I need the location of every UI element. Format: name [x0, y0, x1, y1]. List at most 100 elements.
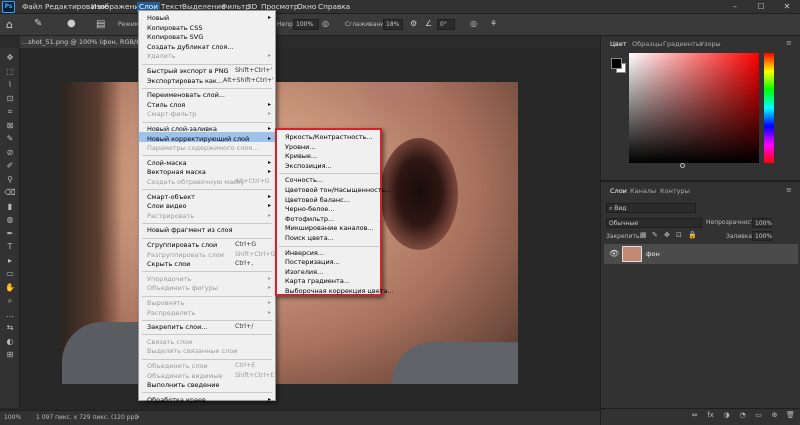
layers-menu-icon[interactable]: ≡ [786, 186, 792, 194]
visibility-eye-icon[interactable]: 👁 [609, 249, 619, 258]
status-arrow-icon[interactable]: > [135, 411, 140, 425]
layer-menu-item[interactable]: Сгруппировать слои Ctrl+G [139, 240, 275, 250]
tool-15-icon[interactable]: ▸ [4, 255, 16, 267]
tool-11-icon[interactable]: ▮ [4, 201, 16, 213]
tool-9-icon[interactable]: ⚲ [4, 174, 16, 186]
adjustment-menu-item[interactable]: Яркость/Контрастность... [285, 133, 373, 141]
layer-menu-item[interactable]: Смарт-объект ▸ [139, 192, 275, 202]
menu-window[interactable]: Окно [295, 2, 318, 12]
adjustment-menu-item[interactable]: Выборочная коррекция цвета... [285, 287, 394, 295]
adjustment-menu-item[interactable]: Фотофильтр... [285, 215, 334, 223]
pressure-size-icon[interactable]: ◎ [470, 19, 477, 28]
brush-size-icon[interactable]: ● [67, 18, 76, 29]
tool-0-icon[interactable]: ✥ [4, 52, 16, 64]
menu-file[interactable]: Файл [20, 2, 44, 12]
document-tab[interactable]: ...shot_51.png @ 100% (фон, RGB/8) * [20, 36, 148, 48]
tool-3-icon[interactable]: ⊡ [4, 93, 16, 105]
pressure-opacity-icon[interactable]: ◎ [322, 19, 329, 28]
tool-4-icon[interactable]: ⌗ [4, 106, 16, 118]
color-picker-handle-icon[interactable] [680, 163, 685, 168]
blend-mode-select[interactable]: Обычные [606, 218, 702, 228]
adjustment-menu-item[interactable]: Сочность... [285, 176, 323, 184]
layer-menu-item[interactable]: Новый ▸ [139, 13, 275, 23]
tool-7-icon[interactable]: ⊘ [4, 147, 16, 159]
adjustment-menu-item[interactable]: Инверсия... [285, 249, 324, 257]
hue-slider[interactable] [764, 53, 774, 163]
smoothing-input[interactable]: 18% [383, 19, 403, 30]
lock-all-icon[interactable]: 🔒 [688, 231, 697, 239]
lock-transparency-icon[interactable]: ▦ [640, 231, 647, 239]
tool-13-icon[interactable]: ✒ [4, 228, 16, 240]
tool-20-icon[interactable]: ⇆ [4, 322, 16, 334]
layer-menu-item[interactable]: Обработка краев ▸ [139, 395, 275, 405]
adjustment-menu-item[interactable]: Карта градиента... [285, 277, 350, 285]
angle-input[interactable]: 0° [437, 19, 455, 30]
add-mask-icon[interactable]: ◑ [722, 411, 731, 420]
color-picker-field[interactable] [629, 53, 759, 163]
lock-position-icon[interactable]: ✥ [664, 231, 670, 239]
layer-menu-item[interactable]: Выполнить сведение [139, 380, 275, 390]
tool-10-icon[interactable]: ⌫ [4, 187, 16, 199]
adjustment-menu-item[interactable]: Поиск цвета... [285, 234, 334, 242]
adjustment-menu-item[interactable]: Экспозиция... [285, 162, 332, 170]
tool-2-icon[interactable]: ⌇ [4, 79, 16, 91]
maximize-button[interactable]: ☐ [748, 0, 774, 14]
layer-menu-item[interactable]: Скрыть слои Ctrl+, [139, 259, 275, 269]
adjustment-layer-icon[interactable]: ◔ [738, 411, 747, 420]
close-window-button[interactable]: ✕ [774, 0, 800, 14]
layer-menu-item[interactable]: Копировать CSS [139, 23, 275, 33]
zoom-level[interactable]: 100% [4, 411, 21, 425]
tool-1-icon[interactable]: ⬚ [4, 66, 16, 78]
tool-14-icon[interactable]: T [4, 241, 16, 253]
tab-paths[interactable]: Контуры [660, 187, 690, 195]
panel-menu-icon[interactable]: ≡ [786, 39, 792, 47]
layer-menu-item[interactable]: Новый слой-заливка ▸ [139, 124, 275, 134]
layer-menu-item[interactable]: Новый корректирующий слой ▸ [139, 134, 275, 144]
minimize-button[interactable]: – [722, 0, 748, 14]
menu-help[interactable]: Справка [316, 2, 352, 12]
tab-color[interactable]: Цвет [610, 40, 627, 48]
foreground-color-swatch[interactable] [611, 58, 622, 69]
symmetry-icon[interactable]: ⚘ [490, 19, 497, 28]
tool-5-icon[interactable]: ⊠ [4, 120, 16, 132]
layer-menu-item[interactable]: Слой-маска ▸ [139, 158, 275, 168]
new-layer-icon[interactable]: ⊕ [770, 411, 779, 420]
new-group-icon[interactable]: ▭ [754, 411, 763, 420]
brush-tool-preset-icon[interactable]: ✎ [34, 18, 42, 29]
tool-17-icon[interactable]: ✋ [4, 282, 16, 294]
layer-menu-item[interactable]: Копировать SVG [139, 32, 275, 42]
layer-menu-item[interactable]: Закрепить слои... Ctrl+/ [139, 322, 275, 332]
trash-icon[interactable]: 🗑 [786, 411, 795, 420]
layer-opacity-input[interactable]: 100% [752, 218, 772, 228]
layer-menu-item[interactable]: Стиль слоя ▸ [139, 100, 275, 110]
layer-filter-select[interactable]: ⌕ Вид [606, 203, 696, 213]
layer-menu-item[interactable]: Новый фрагмент из слоя [139, 225, 275, 235]
tool-19-icon[interactable]: … [4, 309, 16, 321]
layer-menu-item[interactable]: Переименовать слой... [139, 90, 275, 100]
fx-icon[interactable]: fx [706, 411, 715, 420]
tab-channels[interactable]: Каналы [630, 187, 656, 195]
adjustment-menu-item[interactable]: Цветовой тон/Насыщенность... [285, 186, 392, 194]
tab-gradients[interactable]: Градиенты [663, 40, 701, 48]
layer-menu-item[interactable]: Быстрый экспорт в PNG Shift+Ctrl+' [139, 66, 275, 76]
fill-input[interactable]: 100% [752, 231, 772, 241]
adjustment-menu-item[interactable]: Черно-белое... [285, 205, 335, 213]
brush-settings-icon[interactable]: ▤ [96, 19, 105, 30]
tool-12-icon[interactable]: ◍ [4, 214, 16, 226]
home-icon[interactable]: ⌂ [6, 18, 13, 31]
tab-swatches[interactable]: Образцы [632, 40, 662, 48]
tool-18-icon[interactable]: ⌕ [4, 295, 16, 307]
link-layers-icon[interactable]: ⇔ [690, 411, 699, 420]
tab-patterns[interactable]: Узоры [700, 40, 721, 48]
tab-layers[interactable]: Слои [610, 187, 627, 195]
adjustment-menu-item[interactable]: Изогелия... [285, 268, 323, 276]
layer-menu-item[interactable]: Слои видео ▸ [139, 201, 275, 211]
tool-16-icon[interactable]: ▭ [4, 268, 16, 280]
tool-6-icon[interactable]: ✎ [4, 133, 16, 145]
tool-22-icon[interactable]: ⊞ [4, 349, 16, 361]
adjustment-menu-item[interactable]: Постеризация... [285, 258, 340, 266]
tool-8-icon[interactable]: ✐ [4, 160, 16, 172]
layer-menu-item[interactable]: Векторная маска ▸ [139, 167, 275, 177]
lock-pixels-icon[interactable]: ✎ [652, 231, 658, 239]
opacity-input[interactable]: 100% [293, 19, 319, 30]
